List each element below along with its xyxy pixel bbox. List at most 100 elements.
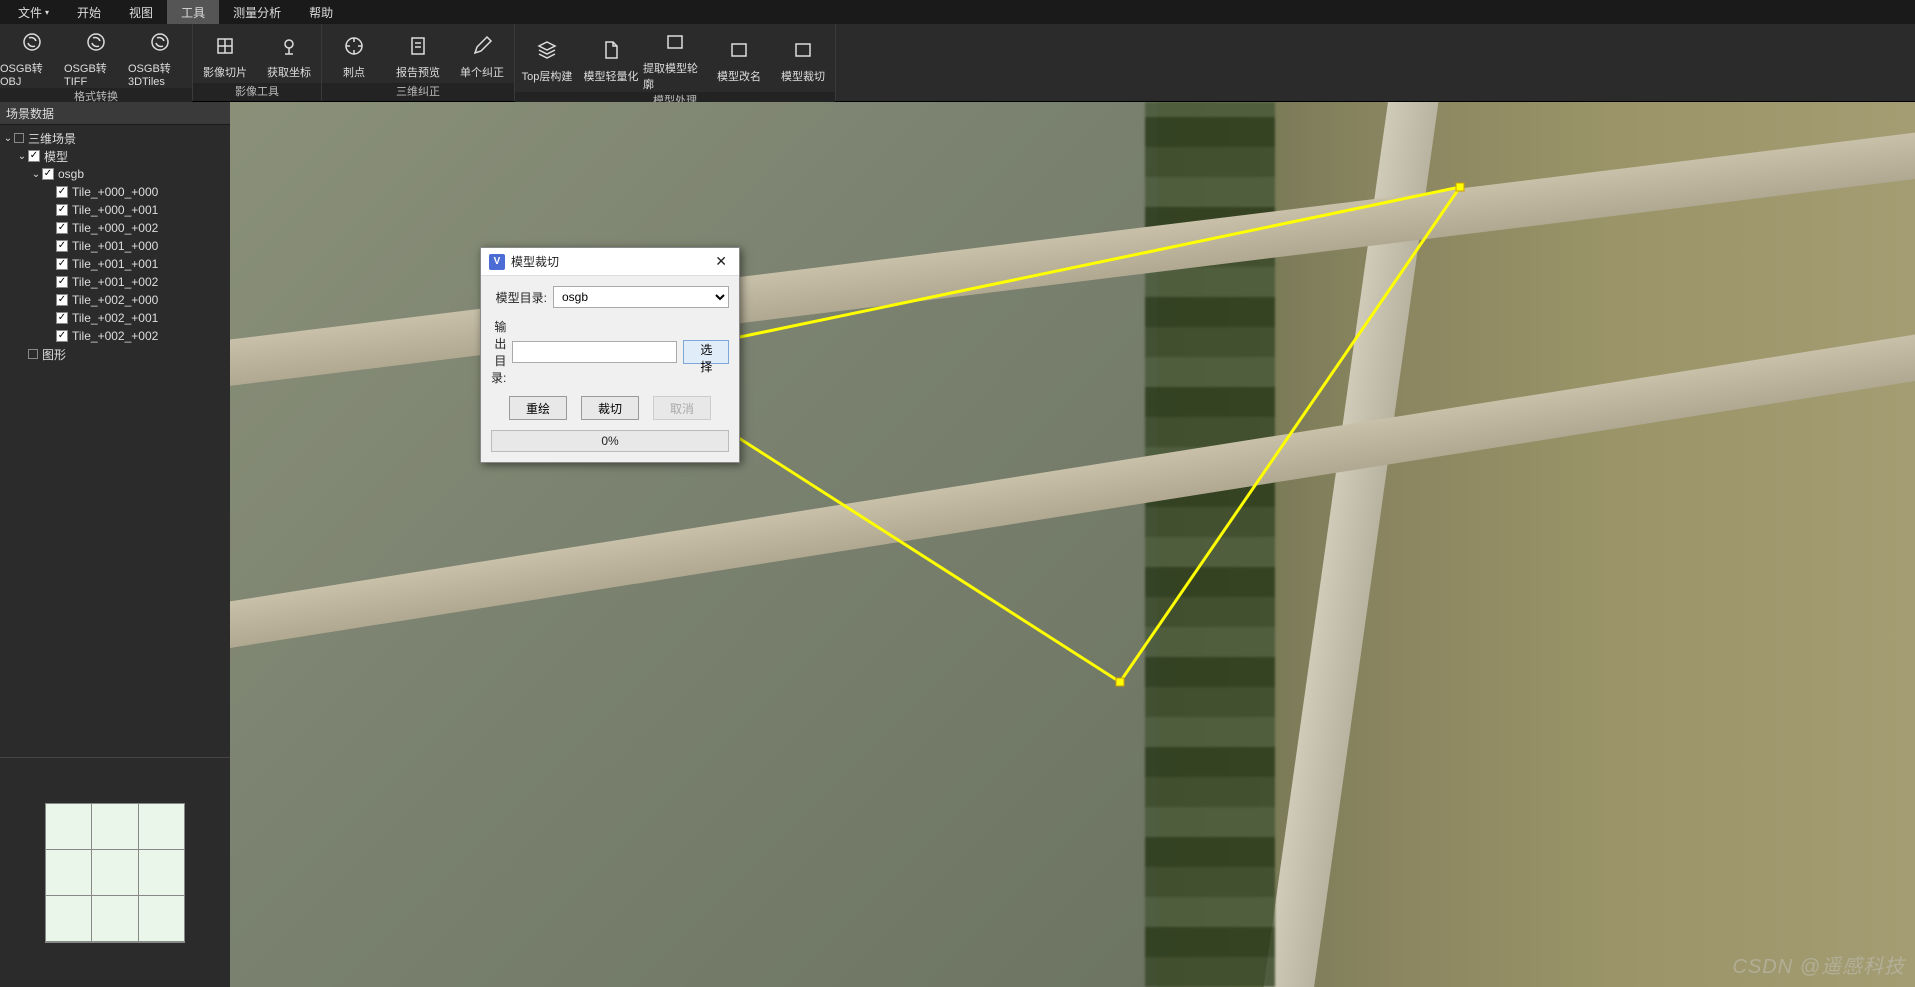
model-dir-label: 模型目录: xyxy=(491,289,547,306)
osgb-to-tiff-button[interactable]: OSGB转TIFF xyxy=(64,24,128,88)
osgb-to-3dtiles-button[interactable]: OSGB转3DTiles xyxy=(128,24,192,88)
dropdown-arrow-icon: ▾ xyxy=(45,8,49,17)
scene-tree[interactable]: ⌄三维场景⌄✓模型⌄✓osgb✓Tile_+000_+000✓Tile_+000… xyxy=(0,124,230,757)
tile-icon xyxy=(213,34,237,58)
tree-label: Tile_+000_+001 xyxy=(72,203,158,217)
main-area: 场景数据 ⌄三维场景⌄✓模型⌄✓osgb✓Tile_+000_+000✓Tile… xyxy=(0,102,1915,987)
checkbox-icon[interactable]: ✓ xyxy=(28,150,40,162)
output-dir-input[interactable] xyxy=(512,341,677,363)
extract-outline-button[interactable]: 提取模型轮廓 xyxy=(643,24,707,92)
ribbon-btn-label: 刺点 xyxy=(343,64,365,80)
checkbox-icon[interactable]: ✓ xyxy=(56,258,68,270)
model-rename-button[interactable]: 模型改名 xyxy=(707,24,771,92)
convert-icon xyxy=(20,30,44,54)
ribbon-btn-label: OSGB转3DTiles xyxy=(128,60,192,88)
checkbox-icon[interactable]: ✓ xyxy=(56,330,68,342)
ribbon-btn-label: OSGB转TIFF xyxy=(64,60,128,88)
tree-label: 三维场景 xyxy=(28,130,76,147)
3d-viewport[interactable]: CSDN @遥感科技 V 模型裁切 ✕ 模型目录: osgb 输出目录: 选择 xyxy=(230,102,1915,987)
get-coord-button[interactable]: 获取坐标 xyxy=(257,24,321,83)
model-node[interactable]: ⌄✓ 模型 xyxy=(2,147,228,165)
tree-label: Tile_+000_+000 xyxy=(72,185,158,199)
osgb-node[interactable]: ⌄✓ osgb xyxy=(2,165,228,183)
menu-开始[interactable]: 开始 xyxy=(63,0,115,24)
model-crop-button[interactable]: 模型裁切 xyxy=(771,24,835,92)
tree-label: Tile_+001_+000 xyxy=(72,239,158,253)
tile[interactable]: ✓ Tile_+001_+000 xyxy=(2,237,228,255)
dialog-body: 模型目录: osgb 输出目录: 选择 重绘 裁切 取消 0% xyxy=(481,276,739,462)
square-icon xyxy=(28,349,38,359)
ribbon-btn-label: 单个纠正 xyxy=(460,64,504,80)
twisty-icon[interactable]: ⌄ xyxy=(2,133,14,144)
tree-label: osgb xyxy=(58,167,84,181)
ribbon-btn-label: 获取坐标 xyxy=(267,64,311,80)
tree-label: Tile_+000_+002 xyxy=(72,221,158,235)
single-correct-button[interactable]: 单个纠正 xyxy=(450,24,514,83)
checkbox-icon[interactable]: ✓ xyxy=(56,204,68,216)
ribbon-group: Top层构建模型轻量化提取模型轮廓模型改名模型裁切模型处理 xyxy=(515,24,836,101)
tile[interactable]: ✓ Tile_+000_+000 xyxy=(2,183,228,201)
watermark: CSDN @遥感科技 xyxy=(1732,950,1905,979)
tree-label: 图形 xyxy=(42,346,66,363)
osgb-to-obj-button[interactable]: OSGB转OBJ xyxy=(0,24,64,88)
sidebar: 场景数据 ⌄三维场景⌄✓模型⌄✓osgb✓Tile_+000_+000✓Tile… xyxy=(0,102,230,987)
tree-label: Tile_+002_+002 xyxy=(72,329,158,343)
tile[interactable]: ✓ Tile_+002_+000 xyxy=(2,291,228,309)
tile-minimap[interactable] xyxy=(45,803,185,943)
close-icon[interactable]: ✕ xyxy=(711,253,731,270)
menu-视图[interactable]: 视图 xyxy=(115,0,167,24)
dialog-title-text: 模型裁切 xyxy=(511,253,559,270)
ribbon-group: OSGB转OBJOSGB转TIFFOSGB转3DTiles格式转换 xyxy=(0,24,193,101)
tile[interactable]: ✓ Tile_+001_+002 xyxy=(2,273,228,291)
dialog-titlebar[interactable]: V 模型裁切 ✕ xyxy=(481,248,739,276)
ribbon-group-label: 三维纠正 xyxy=(322,83,514,101)
prick-button[interactable]: 刺点 xyxy=(322,24,386,83)
checkbox-icon[interactable]: ✓ xyxy=(42,168,54,180)
menu-帮助[interactable]: 帮助 xyxy=(295,0,347,24)
tree-label: Tile_+002_+001 xyxy=(72,311,158,325)
rect-icon xyxy=(791,38,815,62)
image-tile-button[interactable]: 影像切片 xyxy=(193,24,257,83)
tile[interactable]: ✓Tile_+001_+001 xyxy=(2,255,228,273)
scene-root[interactable]: ⌄ 三维场景 xyxy=(2,129,228,147)
file-icon xyxy=(599,38,623,62)
checkbox-icon[interactable]: ✓ xyxy=(56,276,68,288)
app-icon: V xyxy=(489,254,505,270)
convert-icon xyxy=(148,30,172,54)
square-icon xyxy=(14,133,24,143)
checkbox-icon[interactable]: ✓ xyxy=(56,240,68,252)
menu-文件[interactable]: 文件▾ xyxy=(4,0,63,24)
report-preview-button[interactable]: 报告预览 xyxy=(386,24,450,83)
tile[interactable]: ✓ Tile_+000_+002 xyxy=(2,219,228,237)
ribbon-btn-label: 报告预览 xyxy=(396,64,440,80)
redraw-button[interactable]: 重绘 xyxy=(509,396,567,420)
menubar: 文件▾开始视图工具测量分析帮助 xyxy=(0,0,1915,24)
tile[interactable]: ✓ Tile_+000_+001 xyxy=(2,201,228,219)
layers-icon xyxy=(535,38,559,62)
tree-label: 模型 xyxy=(44,148,68,165)
twisty-icon[interactable]: ⌄ xyxy=(30,169,42,180)
checkbox-icon[interactable]: ✓ xyxy=(56,294,68,306)
ribbon-btn-label: 影像切片 xyxy=(203,64,247,80)
tile[interactable]: ✓ Tile_+002_+002 xyxy=(2,327,228,345)
graphic-node[interactable]: 图形 xyxy=(2,345,228,363)
model-crop-dialog[interactable]: V 模型裁切 ✕ 模型目录: osgb 输出目录: 选择 重绘 xyxy=(480,247,740,463)
terrain-render xyxy=(230,102,1915,987)
output-dir-label: 输出目录: xyxy=(491,318,506,386)
menu-测量分析[interactable]: 测量分析 xyxy=(219,0,295,24)
tree-label: Tile_+001_+002 xyxy=(72,275,158,289)
checkbox-icon[interactable]: ✓ xyxy=(56,186,68,198)
top-layer-button[interactable]: Top层构建 xyxy=(515,24,579,92)
tile[interactable]: ✓ Tile_+002_+001 xyxy=(2,309,228,327)
ribbon-btn-label: 提取模型轮廓 xyxy=(643,60,707,92)
model-dir-select[interactable]: osgb xyxy=(553,286,729,308)
model-light-button[interactable]: 模型轻量化 xyxy=(579,24,643,92)
checkbox-icon[interactable]: ✓ xyxy=(56,312,68,324)
pin-icon xyxy=(277,34,301,58)
menu-工具[interactable]: 工具 xyxy=(167,0,219,24)
crop-button[interactable]: 裁切 xyxy=(581,396,639,420)
choose-button[interactable]: 选择 xyxy=(683,340,729,364)
twisty-icon[interactable]: ⌄ xyxy=(16,151,28,162)
tree-label: Tile_+002_+000 xyxy=(72,293,158,307)
checkbox-icon[interactable]: ✓ xyxy=(56,222,68,234)
